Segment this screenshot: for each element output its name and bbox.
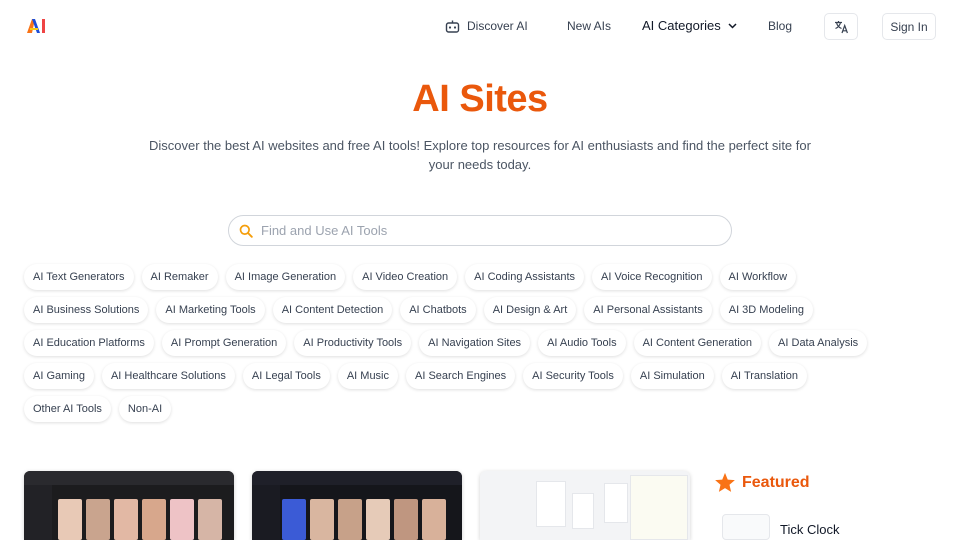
- card-thumbnail-image: [422, 499, 446, 540]
- tag-ai-3d-modeling[interactable]: AI 3D Modeling: [719, 297, 813, 323]
- card-thumbnail-sidebar: [252, 485, 280, 540]
- site-card[interactable]: [24, 471, 234, 540]
- tag-ai-remaker[interactable]: AI Remaker: [141, 264, 218, 290]
- language-button[interactable]: [824, 13, 858, 40]
- tag-ai-gaming[interactable]: AI Gaming: [24, 363, 94, 389]
- tag-ai-education-platforms[interactable]: AI Education Platforms: [24, 330, 154, 356]
- nav-new-label: New AIs: [567, 19, 612, 33]
- site-card[interactable]: [480, 471, 690, 540]
- tag-ai-voice-recognition[interactable]: AI Voice Recognition: [592, 264, 712, 290]
- tag-ai-marketing-tools[interactable]: AI Marketing Tools: [156, 297, 265, 323]
- tag-ai-chatbots[interactable]: AI Chatbots: [400, 297, 476, 323]
- card-thumbnail-image: [282, 499, 306, 540]
- tag-ai-productivity-tools[interactable]: AI Productivity Tools: [294, 330, 412, 356]
- featured-item-thumbnail: [722, 514, 770, 540]
- tag-ai-text-generators[interactable]: AI Text Generators: [24, 264, 134, 290]
- tag-ai-design-art[interactable]: AI Design & Art: [483, 297, 577, 323]
- tag-ai-search-engines[interactable]: AI Search Engines: [406, 363, 516, 389]
- page-subtitle: Discover the best AI websites and free A…: [149, 138, 811, 172]
- tag-ai-music[interactable]: AI Music: [337, 363, 399, 389]
- tag-ai-video-creation[interactable]: AI Video Creation: [353, 264, 458, 290]
- tag-ai-data-analysis[interactable]: AI Data Analysis: [769, 330, 868, 356]
- tag-ai-simulation[interactable]: AI Simulation: [630, 363, 714, 389]
- tag-row: Other AI Tools Non-AI: [24, 396, 936, 422]
- card-thumbnail-image: [58, 499, 82, 540]
- card-thumbnail-sidebar: [24, 485, 52, 540]
- top-nav: Discover AI New AIs AI Categories Blog S…: [0, 0, 960, 52]
- nav-blog[interactable]: Blog: [768, 19, 792, 33]
- tag-ai-healthcare-solutions[interactable]: AI Healthcare Solutions: [101, 363, 235, 389]
- tag-ai-legal-tools[interactable]: AI Legal Tools: [242, 363, 330, 389]
- category-tags: AI Text Generators AI Remaker AI Image G…: [24, 264, 936, 429]
- card-thumbnail-bar: [252, 471, 462, 485]
- featured-label: Featured: [742, 473, 810, 491]
- card-thumbnail-image: [338, 499, 362, 540]
- tag-ai-audio-tools[interactable]: AI Audio Tools: [538, 330, 626, 356]
- tag-ai-navigation-sites[interactable]: AI Navigation Sites: [419, 330, 531, 356]
- nav-discover-label: Discover AI: [467, 19, 528, 33]
- search-bar[interactable]: [228, 215, 732, 246]
- tag-non-ai[interactable]: Non-AI: [118, 396, 172, 422]
- tag-ai-translation[interactable]: AI Translation: [721, 363, 807, 389]
- site-card[interactable]: [252, 471, 462, 540]
- card-thumbnail-note: [536, 481, 566, 527]
- chevron-down-icon: [728, 22, 737, 29]
- featured-header: Featured: [714, 472, 810, 493]
- nav-blog-label: Blog: [768, 19, 793, 33]
- tag-row: AI Gaming AI Healthcare Solutions AI Leg…: [24, 363, 936, 389]
- card-thumbnail-image: [198, 499, 222, 540]
- card-thumbnail-image: [366, 499, 390, 540]
- tag-row: AI Text Generators AI Remaker AI Image G…: [24, 264, 936, 290]
- tag-ai-personal-assistants[interactable]: AI Personal Assistants: [584, 297, 712, 323]
- robot-icon: [445, 20, 460, 33]
- card-thumbnail-image: [170, 499, 194, 540]
- card-thumbnail-image: [394, 499, 418, 540]
- card-thumbnail-image: [310, 499, 334, 540]
- card-thumbnail-image: [142, 499, 166, 540]
- page-title: AI Sites: [412, 78, 548, 120]
- tag-ai-content-detection[interactable]: AI Content Detection: [272, 297, 393, 323]
- card-thumbnail-bar: [24, 471, 234, 485]
- search-input[interactable]: [261, 223, 701, 238]
- featured-item-name: Tick Clock: [780, 522, 840, 537]
- card-thumbnail-image: [86, 499, 110, 540]
- tag-row: AI Education Platforms AI Prompt Generat…: [24, 330, 936, 356]
- nav-discover-ai[interactable]: Discover AI: [445, 19, 528, 33]
- logo[interactable]: [26, 18, 48, 34]
- nav-categories-label: AI Categories: [642, 18, 721, 33]
- star-icon: [715, 472, 735, 492]
- featured-item[interactable]: Tick Clock: [722, 514, 936, 540]
- tag-ai-business-solutions[interactable]: AI Business Solutions: [24, 297, 149, 323]
- tag-ai-content-generation[interactable]: AI Content Generation: [633, 330, 762, 356]
- tag-ai-coding-assistants[interactable]: AI Coding Assistants: [465, 264, 585, 290]
- card-thumbnail-note: [572, 493, 594, 529]
- sign-in-button[interactable]: Sign In: [882, 13, 936, 40]
- translate-icon: [834, 20, 848, 33]
- nav-new-ais[interactable]: New AIs: [567, 19, 611, 33]
- card-thumbnail-document: [630, 475, 688, 540]
- tag-ai-security-tools[interactable]: AI Security Tools: [523, 363, 623, 389]
- tag-other-ai-tools[interactable]: Other AI Tools: [24, 396, 111, 422]
- tag-ai-prompt-generation[interactable]: AI Prompt Generation: [161, 330, 287, 356]
- tag-ai-workflow[interactable]: AI Workflow: [719, 264, 797, 290]
- card-thumbnail-note: [604, 483, 628, 523]
- tag-ai-image-generation[interactable]: AI Image Generation: [225, 264, 346, 290]
- nav-ai-categories[interactable]: AI Categories: [642, 18, 737, 33]
- card-thumbnail-image: [114, 499, 138, 540]
- tag-row: AI Business Solutions AI Marketing Tools…: [24, 297, 936, 323]
- search-icon: [239, 224, 253, 238]
